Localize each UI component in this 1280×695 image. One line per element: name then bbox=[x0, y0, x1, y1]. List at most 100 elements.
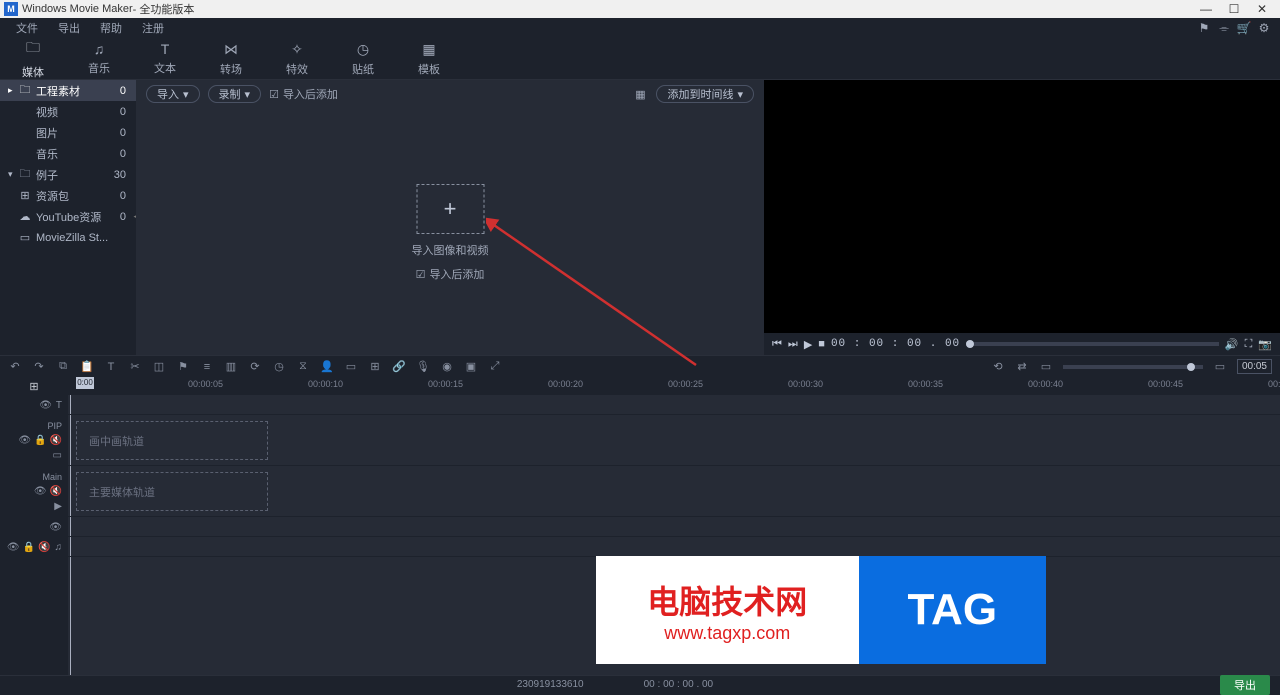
export-button[interactable]: 导出 bbox=[1220, 675, 1270, 695]
add-to-timeline-button[interactable]: 添加到时间线▾ bbox=[656, 85, 754, 103]
tab-effects[interactable]: ✧特效 bbox=[264, 38, 330, 79]
window-maximize[interactable]: ☐ bbox=[1220, 2, 1248, 16]
rotate-icon[interactable]: ⟳ bbox=[248, 360, 262, 373]
flag-icon[interactable]: ⚑ bbox=[1194, 21, 1214, 35]
bars-icon[interactable]: ▥ bbox=[224, 360, 238, 373]
player-timecode: 00 : 00 : 00 . 00 bbox=[831, 338, 960, 350]
dropzone-plus-icon[interactable]: + bbox=[416, 184, 484, 234]
ruler-tick: 00:00:50 bbox=[1268, 379, 1280, 389]
menu-file[interactable]: 文件 bbox=[6, 20, 48, 36]
window-close[interactable]: ✕ bbox=[1248, 2, 1276, 16]
tab-transition[interactable]: ⋈转场 bbox=[198, 38, 264, 79]
sidebar-item[interactable]: ⊞资源包0 bbox=[0, 185, 136, 206]
next-button[interactable]: ⏭ bbox=[788, 338, 798, 351]
undo-button[interactable]: ↶ bbox=[8, 360, 22, 373]
record-icon[interactable]: ◉ bbox=[440, 360, 454, 373]
tab-sticker[interactable]: ◷贴纸 bbox=[330, 38, 396, 79]
play-button[interactable]: ▶ bbox=[804, 338, 812, 351]
sidebar-item[interactable]: 视频0 bbox=[0, 101, 136, 122]
track-header-audio[interactable]: 👁🔒🔇♫ bbox=[0, 537, 68, 557]
template-icon: ▦ bbox=[422, 41, 435, 58]
import-button[interactable]: 导入▾ bbox=[146, 85, 200, 103]
track-header-text[interactable]: 👁T bbox=[0, 395, 68, 415]
film-icon[interactable]: ▭ bbox=[344, 360, 358, 373]
marker-icon[interactable]: ⚑ bbox=[176, 360, 190, 373]
stop-button[interactable]: ■ bbox=[818, 338, 825, 350]
user-icon[interactable]: 👤 bbox=[320, 360, 334, 373]
status-bar: 230919133610 00 : 00 : 00 . 00 导出 bbox=[0, 675, 1280, 693]
volume-icon[interactable]: 🔊 bbox=[1225, 338, 1239, 351]
paste-button[interactable]: 📋 bbox=[80, 360, 94, 373]
import-dropzone[interactable]: + 导入图像和视频 ☑导入后添加 bbox=[412, 184, 489, 282]
ruler-corner[interactable]: ⊞ bbox=[0, 377, 68, 395]
gear-icon[interactable]: ⚙ bbox=[1254, 21, 1274, 35]
effects-icon: ✧ bbox=[291, 41, 303, 58]
title-suffix: - 全功能版本 bbox=[133, 1, 195, 17]
zoom-slider[interactable] bbox=[1063, 365, 1203, 369]
track-audio[interactable] bbox=[68, 537, 1280, 557]
dropzone-autoadd[interactable]: ☑导入后添加 bbox=[416, 266, 485, 282]
track-gutter: 👁T PIP👁🔒🔇▭ Main👁🔇▶ 👁 👁🔒🔇♫ bbox=[0, 395, 68, 693]
zoom-fit-icon[interactable]: ▭ bbox=[1213, 360, 1227, 373]
sidebar-item[interactable]: ☁YouTube资源0◂ bbox=[0, 206, 136, 227]
tab-template[interactable]: ▦模板 bbox=[396, 38, 462, 79]
swap-icon[interactable]: ⇄ bbox=[1015, 360, 1029, 373]
mic-icon[interactable]: 🎙 bbox=[416, 360, 430, 373]
loop-icon[interactable]: ⟲ bbox=[991, 360, 1005, 373]
sidebar-item[interactable]: ▾🗀例子30 bbox=[0, 164, 136, 185]
media-toolbar: 导入▾ 录制▾ ☑导入后添加 ▦ 添加到时间线▾ bbox=[136, 80, 764, 108]
track-header-main[interactable]: Main👁🔇▶ bbox=[0, 466, 68, 517]
text-tool-icon[interactable]: T bbox=[104, 361, 118, 373]
track-text[interactable] bbox=[68, 395, 1280, 415]
main-placeholder[interactable]: 主要媒体轨道 bbox=[76, 472, 268, 511]
status-timecode: 00 : 00 : 00 . 00 bbox=[644, 679, 714, 690]
fit-icon[interactable]: ▭ bbox=[1039, 360, 1053, 373]
timeline-ruler[interactable]: 0:00 00:00:0500:00:1000:00:1500:00:2000:… bbox=[68, 377, 1280, 395]
crop-button[interactable]: ◫ bbox=[152, 360, 166, 373]
menu-register[interactable]: 注册 bbox=[132, 20, 174, 36]
sidebar-item[interactable]: 音乐0 bbox=[0, 143, 136, 164]
window-minimize[interactable]: — bbox=[1192, 2, 1220, 16]
ruler-tick: 00:00:10 bbox=[308, 379, 343, 389]
link-icon[interactable]: 🔗 bbox=[392, 360, 406, 373]
timeline-ruler-row: ⊞ 0:00 00:00:0500:00:1000:00:1500:00:200… bbox=[0, 377, 1280, 395]
sidebar-item[interactable]: ▸🗀工程素材0 bbox=[0, 80, 136, 101]
record-button[interactable]: 录制▾ bbox=[208, 85, 262, 103]
cut-button[interactable]: ✂ bbox=[128, 360, 142, 373]
tab-text[interactable]: T文本 bbox=[132, 38, 198, 79]
snapshot-icon[interactable]: 📷 bbox=[1258, 338, 1272, 351]
zoom-value[interactable]: 00:05 bbox=[1237, 359, 1272, 374]
player-seek-slider[interactable] bbox=[966, 342, 1219, 346]
track-pip[interactable]: 画中画轨道 bbox=[68, 415, 1280, 466]
sidebar-item[interactable]: ▭MovieZilla St... bbox=[0, 227, 136, 248]
transition-icon: ⋈ bbox=[224, 41, 238, 58]
track-header-pip[interactable]: PIP👁🔒🔇▭ bbox=[0, 415, 68, 466]
tab-media[interactable]: 🗀媒体 bbox=[0, 38, 66, 79]
autoadd-checkbox[interactable]: ☑导入后添加 bbox=[269, 86, 338, 102]
tab-music[interactable]: ♫音乐 bbox=[66, 38, 132, 79]
grid-view-icon[interactable]: ▦ bbox=[632, 88, 648, 101]
track-overlay[interactable] bbox=[68, 517, 1280, 537]
align-icon[interactable]: ≡ bbox=[200, 361, 214, 373]
clock-icon[interactable]: ◷ bbox=[272, 360, 286, 373]
menu-export[interactable]: 导出 bbox=[48, 20, 90, 36]
redo-button[interactable]: ↷ bbox=[32, 360, 46, 373]
prev-button[interactable]: ⏮ bbox=[772, 338, 782, 351]
menu-help[interactable]: 帮助 bbox=[90, 20, 132, 36]
layers-icon[interactable]: ▣ bbox=[464, 360, 478, 373]
track-main[interactable]: 主要媒体轨道 bbox=[68, 466, 1280, 517]
fullscreen-icon[interactable]: ⛶ bbox=[1245, 338, 1253, 351]
cart-icon[interactable]: 🛒 bbox=[1234, 21, 1254, 35]
copy-button[interactable]: ⧉ bbox=[56, 360, 70, 373]
ruler-tick: 00:00:30 bbox=[788, 379, 823, 389]
app-icon: M bbox=[4, 2, 18, 16]
playhead-indicator[interactable]: 0:00 bbox=[76, 377, 94, 389]
tag-icon[interactable]: ⊞ bbox=[368, 360, 382, 373]
track-header-overlay[interactable]: 👁 bbox=[0, 517, 68, 537]
sidebar-item[interactable]: 图片0 bbox=[0, 122, 136, 143]
speed-icon[interactable]: ⧖ bbox=[296, 360, 310, 373]
pip-placeholder[interactable]: 画中画轨道 bbox=[76, 421, 268, 460]
expand-icon[interactable]: ⤢ bbox=[488, 360, 502, 373]
ruler-tick: 00:00:20 bbox=[548, 379, 583, 389]
options-icon[interactable]: ⌯ bbox=[1214, 21, 1234, 36]
